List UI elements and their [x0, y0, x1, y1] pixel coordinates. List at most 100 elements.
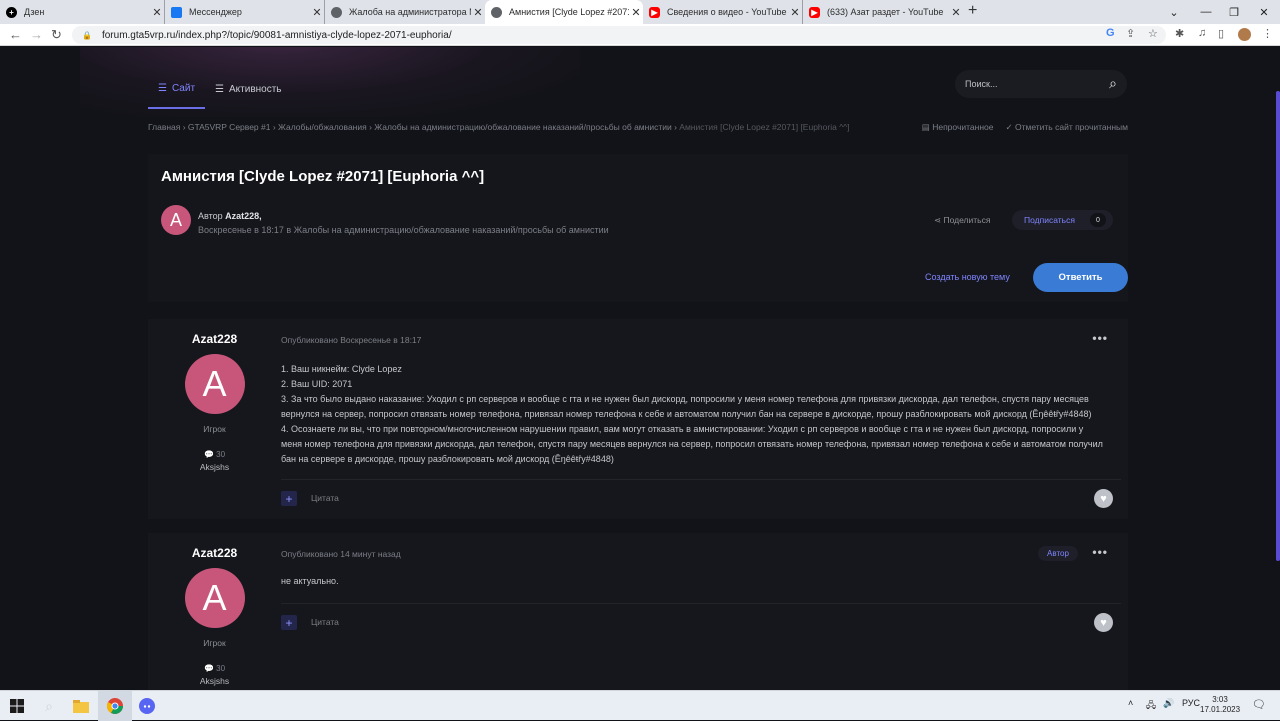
close-icon[interactable]: ✕ [150, 6, 164, 19]
media-icon[interactable]: ♫ [1198, 27, 1206, 39]
post-line: бан на сервере в дискорде, прошу разблок… [281, 454, 614, 464]
post-line: 1. Ваш никнейм: Clyde Lopez [281, 364, 402, 374]
lock-icon: 🔒 [82, 30, 92, 40]
tab-youtube[interactable]: ▶ (633) Азат раздет - YouTube ✕ [803, 0, 963, 24]
profile-avatar[interactable] [1238, 28, 1251, 41]
post-date: Опубликовано Воскресенье в 18:17 [281, 335, 422, 345]
url-field[interactable]: 🔒 forum.gta5vrp.ru/index.php?/topic/9008… [72, 26, 1166, 44]
tab-search-icon[interactable]: ⌄ [1160, 0, 1188, 24]
more-options-icon[interactable]: ••• [1092, 545, 1108, 559]
breadcrumb-item[interactable]: Главная [148, 122, 180, 132]
heart-icon[interactable]: ♥ [1094, 613, 1113, 632]
subscribe-button[interactable]: Подписаться 0 [1012, 210, 1113, 230]
search-icon[interactable]: ⌕ [1109, 75, 1117, 92]
reload-icon[interactable]: ↻ [51, 27, 62, 43]
post-count: 💬 30 [148, 664, 281, 673]
multiquote-plus-icon[interactable]: + [281, 491, 297, 506]
close-icon[interactable]: ✕ [310, 6, 324, 19]
maximize-button[interactable]: ❐ [1220, 0, 1248, 24]
tab-messenger[interactable]: Мессенджер ✕ [165, 0, 325, 24]
post-line: меня номер телефона для привязки дискорд… [281, 439, 1103, 449]
nav-label: Активность [229, 83, 282, 95]
list-icon: ☰ [158, 82, 167, 94]
breadcrumb-actions: ▤ Непрочитанное ✓ Отметить сайт прочитан… [922, 122, 1128, 133]
mark-read-label: Отметить сайт прочитанным [1014, 122, 1128, 132]
unread-link[interactable]: ▤ Непрочитанное [922, 122, 994, 133]
close-icon[interactable]: ✕ [788, 6, 802, 19]
post-author-extra: Aksjshs [199, 676, 230, 686]
list-icon: ☰ [215, 83, 224, 95]
minimize-button[interactable]: — [1192, 0, 1220, 24]
search-input[interactable]: Поиск... ⌕ [955, 70, 1127, 98]
mark-read-link[interactable]: ✓ Отметить сайт прочитанным [1005, 122, 1128, 133]
chrome-icon[interactable] [98, 691, 132, 721]
youtube-icon: ▶ [649, 6, 660, 18]
close-icon[interactable]: ✕ [949, 6, 963, 19]
quote-button[interactable]: Цитата [311, 617, 339, 627]
post: Azat228 A Игрок 💬 30 Aksjshs Опубликован… [148, 533, 1128, 690]
forum-page: ☰ Сайт ☰ Активность Поиск... ⌕ Главная ›… [0, 47, 1280, 690]
discord-icon[interactable] [130, 691, 164, 721]
post-line: 4. Осознаете ли вы, что при повторном/мн… [281, 424, 1084, 434]
chevron-up-icon[interactable]: ˄ [1128, 698, 1133, 708]
share-button[interactable]: ⋖ Поделиться [934, 215, 990, 226]
browser-tab-strip: + Дзен ✕ Мессенджер ✕ Жалоба на админист… [0, 0, 1280, 24]
address-bar-row: ← → ↻ 🔒 forum.gta5vrp.ru/index.php?/topi… [0, 24, 1280, 46]
breadcrumb-item[interactable]: GTA5VRP Сервер #1 [188, 122, 271, 132]
heart-icon[interactable]: ♥ [1094, 489, 1113, 508]
nav-site[interactable]: ☰ Сайт [148, 69, 206, 109]
back-icon[interactable]: ← [9, 27, 22, 42]
extensions-icon[interactable]: ✱ [1175, 27, 1184, 40]
tab-title: Сведения о видео - YouTube Stu [667, 7, 788, 17]
avatar[interactable]: A [184, 568, 245, 628]
clock-date: 17.01.2023 [1200, 705, 1241, 714]
forward-icon[interactable]: → [30, 27, 43, 42]
avatar[interactable]: A [184, 354, 245, 414]
bookmark-star-icon[interactable]: ☆ [1148, 27, 1158, 40]
post-author-panel: Azat228 A Игрок 💬 30 Aksjshs [148, 546, 281, 686]
google-icon[interactable]: G [1106, 27, 1115, 39]
breadcrumb-item[interactable]: Жалобы на администрацию/обжалование нака… [374, 122, 671, 132]
post-count-value: 30 [216, 664, 226, 673]
post-author-panel: Azat228 A Игрок 💬 30 Aksjshs [148, 332, 281, 472]
tab-zen[interactable]: + Дзен ✕ [0, 0, 165, 24]
sidepanel-icon[interactable]: ▯ [1218, 27, 1224, 40]
tab-title: Мессенджер [189, 7, 242, 17]
close-icon[interactable]: ✕ [471, 6, 485, 19]
share-icon[interactable]: ⇪ [1126, 27, 1135, 40]
reply-button[interactable]: Ответить [1033, 263, 1128, 292]
nav-activity[interactable]: ☰ Активность [205, 69, 291, 109]
post-line: 2. Ваш UID: 2071 [281, 379, 353, 389]
breadcrumb-item[interactable]: Жалобы/обжалования [278, 122, 367, 132]
quote-button[interactable]: Цитата [311, 493, 339, 503]
search-icon[interactable]: ⌕ [32, 691, 66, 721]
post-body: 1. Ваш никнейм: Clyde Lopez 2. Ваш UID: … [281, 362, 1121, 467]
post-author-name[interactable]: Azat228 [148, 546, 281, 560]
more-options-icon[interactable]: ••• [1092, 331, 1108, 345]
topic-meta: Автор Azat228, Воскресенье в 18:17 в Жал… [198, 209, 609, 237]
post-author-name[interactable]: Azat228 [148, 332, 281, 346]
network-icon[interactable]: 🖧 [1146, 698, 1156, 714]
author-prefix: Автор [198, 211, 223, 221]
close-window-button[interactable]: ✕ [1250, 0, 1278, 24]
post-author-role: Игрок [203, 424, 226, 434]
author-link[interactable]: Azat228, [225, 211, 262, 221]
post-date: Опубликовано 14 минут назад [281, 549, 401, 559]
multiquote-plus-icon[interactable]: + [281, 615, 297, 630]
new-tab-button[interactable]: + [968, 2, 977, 20]
windows-start-icon[interactable] [0, 691, 34, 721]
page-scrollbar[interactable] [1276, 91, 1280, 561]
tab-title: (633) Азат раздет - YouTube [827, 7, 944, 17]
close-icon[interactable]: ✕ [629, 6, 643, 19]
avatar[interactable]: A [161, 205, 191, 235]
language-indicator[interactable]: РУС [1182, 698, 1200, 708]
menu-icon[interactable]: ⋮ [1262, 27, 1273, 40]
system-clock[interactable]: 3:03 17.01.2023 [1200, 695, 1240, 715]
new-topic-link[interactable]: Создать новую тему [925, 272, 1010, 282]
tab-complaint[interactable]: Жалоба на администратора Ма ✕ [325, 0, 485, 24]
tab-amnesty[interactable]: Амнистия [Clyde Lopez #2071] [ ✕ [485, 0, 643, 24]
file-explorer-icon[interactable] [64, 691, 98, 721]
notifications-icon[interactable]: 🗨 [1252, 698, 1266, 711]
volume-icon[interactable]: 🔊 [1163, 698, 1174, 709]
tab-youtube-studio[interactable]: ▶ Сведения о видео - YouTube Stu ✕ [643, 0, 803, 24]
